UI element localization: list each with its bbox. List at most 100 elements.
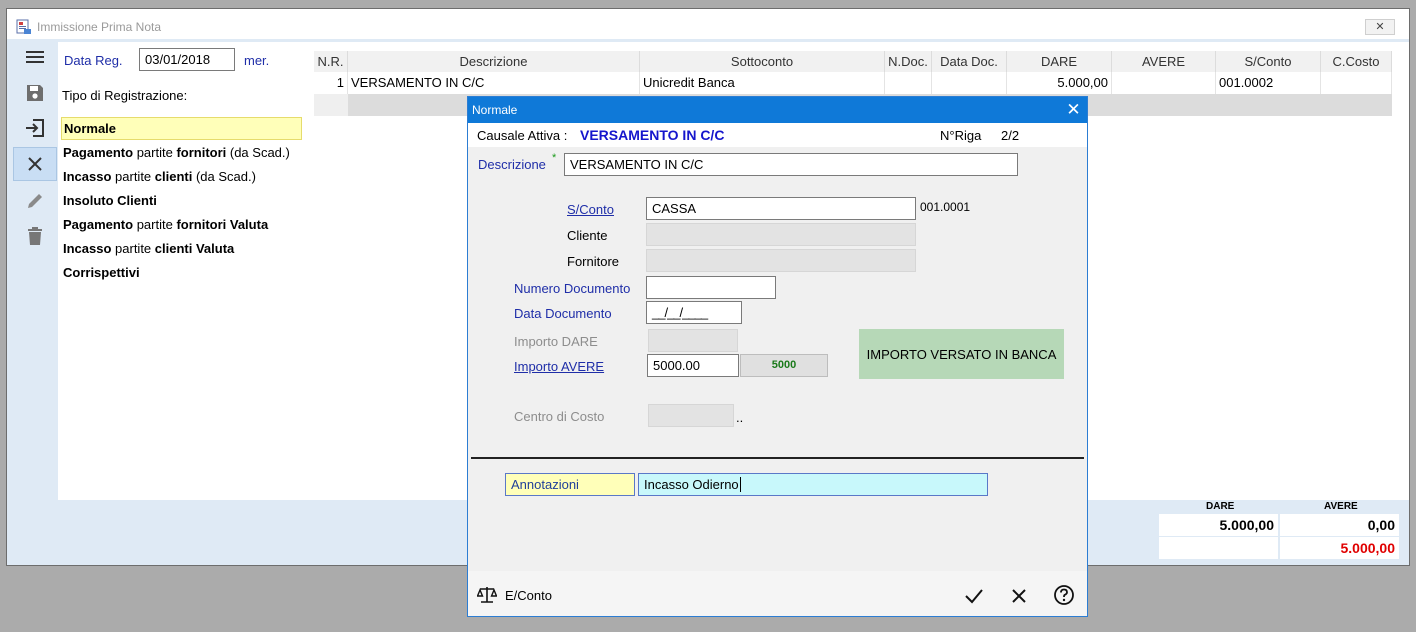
help-icon: [1054, 585, 1074, 605]
registration-type-item[interactable]: Insoluto Clienti: [63, 189, 157, 212]
text-cursor: [739, 477, 741, 492]
datadoc-label: Data Documento: [514, 306, 612, 321]
window-close-button[interactable]: ✕: [1365, 19, 1395, 35]
totals-balance: 5.000,00: [1280, 537, 1399, 559]
table-cell[interactable]: [1112, 72, 1216, 94]
centro-costo-dots[interactable]: ..: [736, 410, 743, 425]
data-reg-label: Data Reg.: [64, 53, 123, 68]
title-bar: Immissione Prima Nota ✕: [7, 9, 1409, 39]
grid-column-header[interactable]: S/Conto: [1216, 51, 1321, 72]
required-mark: *: [552, 152, 557, 164]
registration-type-text: clienti Valuta: [154, 241, 235, 256]
menu-button[interactable]: [15, 41, 55, 72]
econto-label: E/Conto: [505, 587, 552, 603]
sconto-code: 001.0001: [920, 200, 971, 214]
grid-column-header[interactable]: DARE: [1007, 51, 1112, 72]
annotazioni-input[interactable]: Incasso Odierno: [638, 473, 988, 496]
registration-type-text: (da Scad.): [226, 145, 290, 160]
fornitore-input: [646, 249, 916, 272]
window-title: Immissione Prima Nota: [37, 20, 162, 34]
table-cell[interactable]: 1: [314, 72, 348, 94]
dialog-close-button[interactable]: ✕: [1060, 97, 1087, 123]
table-cell[interactable]: VERSAMENTO IN C/C: [348, 72, 640, 94]
registration-type-text: fornitori Valuta: [176, 217, 269, 232]
totals-dare-label: DARE: [1206, 501, 1235, 512]
confirm-button[interactable]: [964, 586, 984, 606]
dialog-title: Normale: [468, 97, 1087, 123]
cancel-button[interactable]: [13, 147, 57, 181]
registration-type-item[interactable]: Normale: [61, 117, 302, 140]
grid-row-selector: [314, 94, 348, 116]
registration-type-text: clienti: [154, 169, 193, 184]
registration-type-text: Incasso: [63, 241, 112, 256]
table-cell[interactable]: Unicredit Banca: [640, 72, 885, 94]
nriga-label: N°Riga: [940, 128, 982, 143]
registration-type-text: (da Scad.): [192, 169, 256, 184]
sconto-input[interactable]: CASSA: [646, 197, 916, 220]
registration-type-text: Pagamento: [63, 217, 134, 232]
registration-type-item[interactable]: Pagamento partite fornitori Valuta: [63, 213, 268, 236]
login-icon: [26, 118, 44, 137]
normale-dialog: Normale ✕ Causale Attiva : VERSAMENTO IN…: [467, 96, 1088, 617]
grid-column-header[interactable]: Descrizione: [348, 51, 640, 72]
delete-button[interactable]: [15, 220, 55, 251]
close-icon: [28, 157, 42, 171]
save-button[interactable]: [15, 77, 55, 108]
importo-versato-button[interactable]: IMPORTO VERSATO IN BANCA: [859, 329, 1064, 379]
save-icon: [27, 84, 43, 101]
causale-value: VERSAMENTO IN C/C: [580, 127, 725, 143]
registration-type-item[interactable]: Corrispettivi: [63, 261, 140, 284]
numdoc-input[interactable]: [646, 276, 776, 299]
dialog-cancel-button[interactable]: [1010, 587, 1028, 605]
grid-column-header[interactable]: N.Doc.: [885, 51, 932, 72]
numdoc-label: Numero Documento: [514, 281, 631, 296]
registration-type-item[interactable]: Incasso partite clienti (da Scad.): [63, 165, 256, 188]
sconto-link[interactable]: S/Conto: [567, 202, 614, 217]
descrizione-input[interactable]: VERSAMENTO IN C/C: [564, 153, 1018, 176]
grid-column-header[interactable]: AVERE: [1112, 51, 1216, 72]
grid-column-header[interactable]: C.Costo: [1321, 51, 1392, 72]
importo-avere-input[interactable]: 5000.00: [647, 354, 739, 377]
importo-avere-link[interactable]: Importo AVERE: [514, 359, 604, 374]
data-reg-input[interactable]: 03/01/2018: [139, 48, 235, 71]
app-icon: [16, 19, 31, 34]
registration-type-text: Normale: [64, 121, 117, 136]
close-icon: [1012, 589, 1026, 603]
dialog-footer: [468, 571, 1087, 616]
fornitore-label: Fornitore: [567, 254, 620, 269]
dialog-divider: [471, 457, 1084, 459]
registration-type-text: Insoluto Clienti: [63, 193, 157, 208]
registration-type-text: Incasso: [63, 169, 112, 184]
registration-type-item[interactable]: Pagamento partite fornitori (da Scad.): [63, 141, 290, 164]
cliente-input: [646, 223, 916, 246]
edit-button[interactable]: [15, 185, 55, 216]
table-cell[interactable]: [885, 72, 932, 94]
causale-label: Causale Attiva :: [477, 128, 568, 143]
table-cell[interactable]: 001.0002: [1216, 72, 1321, 94]
table-cell[interactable]: [1321, 72, 1392, 94]
registration-type-text: Pagamento: [63, 145, 134, 160]
totals-dare: 5.000,00: [1159, 514, 1278, 536]
help-button[interactable]: [1053, 584, 1075, 606]
totals-balance-dare: [1159, 537, 1278, 559]
econto-button[interactable]: E/Conto: [477, 586, 552, 604]
annotazioni-label: Annotazioni: [505, 473, 635, 496]
grid-column-header[interactable]: Sottoconto: [640, 51, 885, 72]
importo-dare-input: [648, 329, 738, 352]
registration-type-text: partite: [111, 241, 155, 256]
nriga-value: 2/2: [1001, 128, 1020, 143]
table-cell[interactable]: 5.000,00: [1007, 72, 1112, 94]
registration-type-text: partite: [133, 145, 177, 160]
import-button[interactable]: [15, 112, 55, 143]
registration-type-item[interactable]: Incasso partite clienti Valuta: [63, 237, 234, 260]
datadoc-input[interactable]: __/__/____: [646, 301, 742, 324]
descrizione-label: Descrizione: [478, 157, 546, 172]
grid-column-header[interactable]: Data Doc.: [932, 51, 1007, 72]
grid-column-header[interactable]: N.R.: [314, 51, 348, 72]
centro-costo-input: [648, 404, 734, 427]
trash-icon: [28, 226, 42, 245]
importo-dare-label: Importo DARE: [514, 334, 598, 349]
table-cell[interactable]: [932, 72, 1007, 94]
registration-type-text: Corrispettivi: [63, 265, 140, 280]
check-icon: [965, 589, 983, 604]
